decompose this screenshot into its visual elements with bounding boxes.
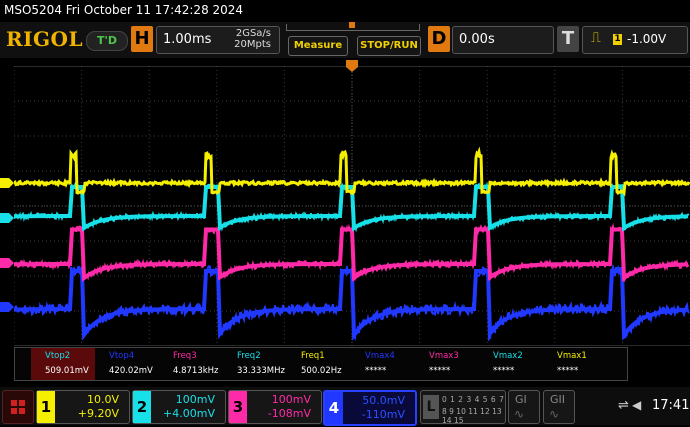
- trigger-box[interactable]: ⎍ 1 -1.00V: [582, 26, 688, 54]
- ch2-marker[interactable]: [0, 213, 14, 223]
- measurement-value: *****: [429, 366, 450, 376]
- delay-value: 0.00s: [459, 32, 495, 47]
- measurement-value: 500.02Hz: [301, 366, 342, 376]
- measurement-label: Vmax2: [493, 351, 523, 361]
- measurement-item[interactable]: Vtop2 509.01mV: [31, 348, 95, 380]
- channel-4-box[interactable]: 4 50.0mV -110mV: [323, 390, 417, 426]
- generator-2-label: GII: [550, 393, 565, 406]
- channel-3-offset: -108mV: [268, 407, 311, 420]
- channel-3-number: 3: [229, 391, 247, 423]
- measurement-label: Freq3: [173, 351, 197, 361]
- channel-2-offset: +4.00mV: [163, 407, 215, 420]
- waveform-display[interactable]: [14, 66, 690, 346]
- channel-1-scale: 10.0V: [87, 393, 119, 406]
- measure-button[interactable]: Measure: [288, 36, 348, 56]
- memory-depth: 20Mpts: [234, 39, 271, 50]
- sine-wave-icon: ∿: [549, 407, 559, 421]
- measurement-value: 4.8713kHz: [173, 366, 219, 376]
- generator-1-label: GI: [515, 393, 527, 406]
- logic-analyzer-box[interactable]: L 0 1 2 3 4 5 6 7 8 9 10 11 12 13 14 15: [420, 390, 506, 424]
- logic-channels-row2: 8 9 10 11 12 13 14 15: [442, 407, 505, 425]
- channel-4-number: 4: [325, 392, 343, 424]
- measurement-value: 420.02mV: [109, 366, 153, 376]
- generator-2-button[interactable]: GII ∿: [543, 390, 575, 424]
- grid-menu-icon: [3, 391, 33, 423]
- measurement-label: Freq1: [301, 351, 325, 361]
- measurement-label: Vtop2: [45, 351, 70, 361]
- logic-channels-row1: 0 1 2 3 4 5 6 7: [442, 395, 504, 404]
- measurement-item[interactable]: Vmax4 *****: [351, 348, 415, 380]
- horizontal-key[interactable]: H: [131, 26, 153, 52]
- channel-2-scale: 100mV: [176, 393, 215, 406]
- sine-wave-icon: ∿: [514, 407, 524, 421]
- status-clock: 17:41: [652, 398, 689, 413]
- ch1-marker[interactable]: [0, 178, 14, 188]
- trigger-key[interactable]: T: [557, 26, 579, 52]
- measurement-item[interactable]: Vmax3 *****: [415, 348, 479, 380]
- generator-1-button[interactable]: GI ∿: [508, 390, 540, 424]
- trigger-status-badge[interactable]: T'D: [86, 31, 128, 51]
- measurement-label: Freq2: [237, 351, 261, 361]
- menu-grid-button[interactable]: [2, 390, 34, 424]
- measurement-value: 509.01mV: [45, 366, 89, 376]
- measurement-value: *****: [493, 366, 514, 376]
- measurement-panel: Vtop2 509.01mV Vtop4 420.02mV Freq3 4.87…: [14, 347, 628, 381]
- channel-1-offset: +9.20V: [78, 407, 119, 420]
- channel-4-offset: -110mV: [362, 408, 405, 421]
- trigger-time-marker[interactable]: [346, 60, 360, 72]
- trigger-position-bar: [286, 24, 420, 31]
- measurement-item[interactable]: Vmax2 *****: [479, 348, 543, 380]
- trigger-level: -1.00V: [627, 32, 666, 46]
- channel-2-box[interactable]: 2 100mV +4.00mV: [132, 390, 226, 424]
- channel-markers: [0, 66, 14, 346]
- ch4-waveform: [14, 266, 689, 339]
- horizontal-timebase-box[interactable]: 1.00ms 2GSa/s 20Mpts: [156, 26, 280, 54]
- measurement-label: Vtop4: [109, 351, 134, 361]
- measurement-label: Vmax3: [429, 351, 459, 361]
- measurement-item[interactable]: Freq2 33.333MHz: [223, 348, 287, 380]
- waveform-path: [14, 271, 688, 335]
- measurement-item[interactable]: Freq3 4.8713kHz: [159, 348, 223, 380]
- sample-rate: 2GSa/s: [236, 28, 271, 39]
- speaker-icon[interactable]: ◀: [632, 398, 641, 412]
- usb-icon: ⇌: [618, 398, 629, 413]
- ch3-marker[interactable]: [0, 258, 14, 268]
- measurement-value: *****: [557, 366, 578, 376]
- measurement-value: 33.333MHz: [237, 366, 285, 376]
- measurement-item[interactable]: Vtop4 420.02mV: [95, 348, 159, 380]
- delay-key[interactable]: D: [428, 26, 450, 52]
- channel-3-box[interactable]: 3 100mV -108mV: [228, 390, 322, 424]
- channel-1-box[interactable]: 1 10.0V +9.20V: [36, 390, 130, 424]
- channel-4-scale: 50.0mV: [362, 394, 405, 407]
- channel-2-number: 2: [133, 391, 151, 423]
- trigger-position-marker: [349, 22, 355, 28]
- delay-box[interactable]: 0.00s: [452, 26, 554, 54]
- logic-key: L: [423, 395, 439, 419]
- trigger-source: 1: [613, 34, 622, 45]
- timebase-value: 1.00ms: [163, 32, 211, 47]
- rising-edge-icon: ⎍: [591, 30, 601, 46]
- channel-3-scale: 100mV: [272, 393, 311, 406]
- ch4-marker[interactable]: [0, 302, 14, 312]
- measurement-value: *****: [365, 366, 386, 376]
- model-datetime: MSO5204 Fri October 11 17:42:28 2024: [4, 3, 243, 17]
- title-bar: MSO5204 Fri October 11 17:42:28 2024: [0, 0, 690, 22]
- stop-run-button[interactable]: STOP/RUN: [357, 36, 421, 56]
- measurement-label: Vmax1: [557, 351, 587, 361]
- measurement-item[interactable]: Vmax1 *****: [543, 348, 607, 380]
- measurement-item[interactable]: Freq1 500.02Hz: [287, 348, 351, 380]
- measurement-label: Vmax4: [365, 351, 395, 361]
- rigol-logo: RIGOL: [6, 27, 83, 51]
- channel-1-number: 1: [37, 391, 55, 423]
